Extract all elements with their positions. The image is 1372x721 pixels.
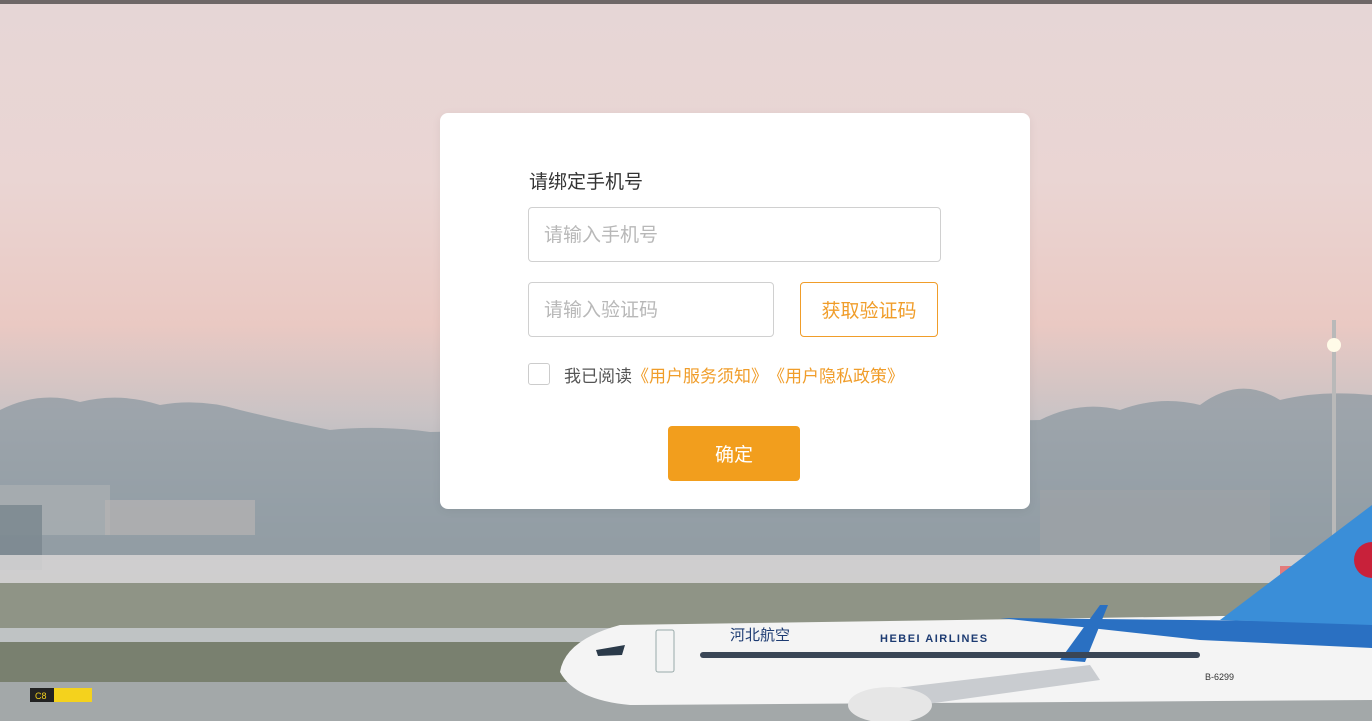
light-lamp <box>1327 338 1341 352</box>
service-terms-link[interactable]: 《用户服务须知》 <box>632 362 768 387</box>
building <box>1040 490 1270 560</box>
login-page: C8 HEBEI AIRLINES 河北航空 B-6299 请绑定手机号 获取验… <box>0 0 1372 721</box>
taxiway-sign-label: C8 <box>35 691 47 701</box>
agreement-prefix: 我已阅读 <box>564 366 632 387</box>
building <box>105 500 255 535</box>
bind-phone-title: 请绑定手机号 <box>529 171 644 193</box>
airplane-windows <box>700 652 1200 658</box>
light-pole <box>1332 320 1336 560</box>
airline-name-cn: 河北航空 <box>730 626 790 644</box>
aircraft-registration: B-6299 <box>1205 672 1234 682</box>
airline-name: HEBEI AIRLINES <box>880 633 989 645</box>
runway-band <box>0 555 1372 583</box>
get-code-button[interactable]: 获取验证码 <box>800 282 938 337</box>
agreement-checkbox[interactable] <box>528 363 550 385</box>
verification-code-input[interactable] <box>528 282 774 337</box>
bind-phone-card: 请绑定手机号 获取验证码 我已阅读 《用户服务须知》 《用户隐私政策》 确定 <box>440 113 1030 509</box>
privacy-policy-link[interactable]: 《用户隐私政策》 <box>768 362 904 387</box>
confirm-button[interactable]: 确定 <box>668 426 800 481</box>
agreement-row: 我已阅读 《用户服务须知》 《用户隐私政策》 <box>528 362 904 387</box>
phone-input[interactable] <box>528 207 941 262</box>
